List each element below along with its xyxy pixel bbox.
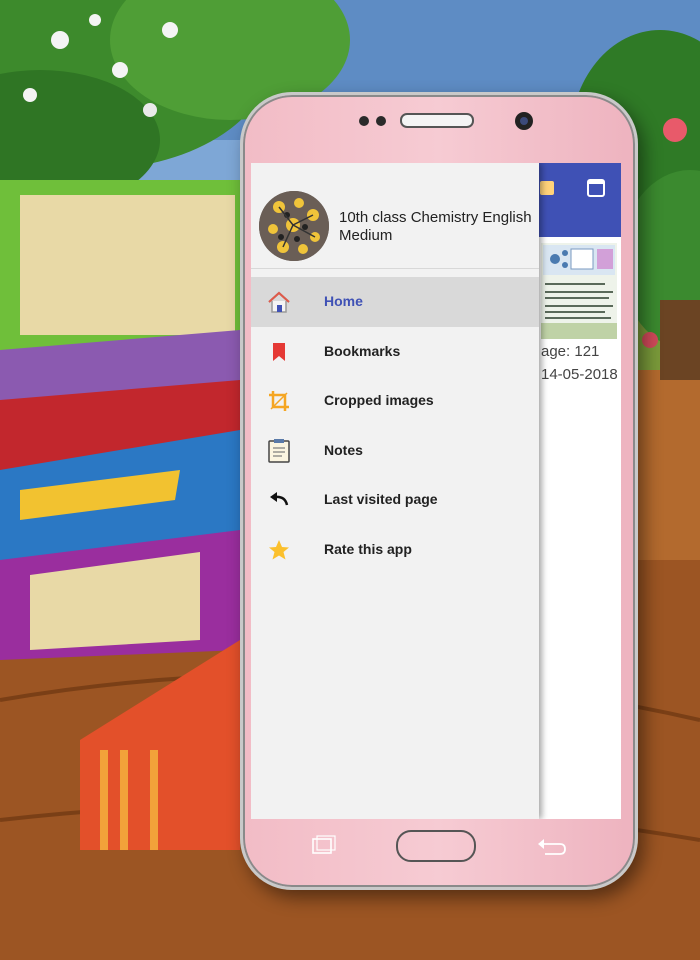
home-icon	[266, 290, 292, 314]
page-number-label: age: 121	[541, 343, 600, 360]
drawer-item-bookmarks[interactable]: Bookmarks	[251, 327, 539, 377]
undo-icon	[266, 488, 292, 512]
drawer-item-label: Rate this app	[324, 541, 412, 557]
drawer-item-label: Notes	[324, 442, 363, 458]
drawer-item-label: Cropped images	[324, 392, 434, 408]
drawer-item-notes[interactable]: Notes	[251, 426, 539, 476]
recent-apps-icon[interactable]	[312, 835, 336, 854]
app-title: 10th class Chemistry English Medium	[339, 209, 532, 244]
home-button[interactable]	[396, 830, 476, 862]
drawer-item-last-visited-page[interactable]: Last visited page	[251, 475, 539, 525]
drawer-item-rate-this-app[interactable]: Rate this app	[251, 525, 539, 575]
drawer-item-cropped-images[interactable]: Cropped images	[251, 376, 539, 426]
back-icon[interactable]	[538, 839, 566, 855]
book-page-thumbnail[interactable]	[541, 243, 617, 339]
star-icon	[266, 538, 292, 562]
date-label: 14-05-2018	[541, 366, 618, 383]
phone-screen: age: 121 14-05-2018 10th class Chemistry…	[251, 163, 621, 819]
drawer-item-label: Last visited page	[324, 491, 438, 507]
crop-icon	[266, 389, 292, 413]
phone-top-sensors	[359, 112, 533, 130]
drawer-item-home[interactable]: Home	[251, 277, 539, 327]
phone-navigation-bar	[251, 818, 621, 876]
bookmark-icon	[266, 340, 292, 364]
drawer-header: 10th class Chemistry English Medium	[251, 163, 539, 269]
drawer-item-label: Bookmarks	[324, 343, 401, 359]
navigation-drawer: 10th class Chemistry English Medium Home…	[251, 163, 539, 819]
notes-icon	[266, 439, 292, 463]
app-logo-avatar	[259, 191, 329, 261]
drawer-item-label: Home	[324, 293, 363, 309]
